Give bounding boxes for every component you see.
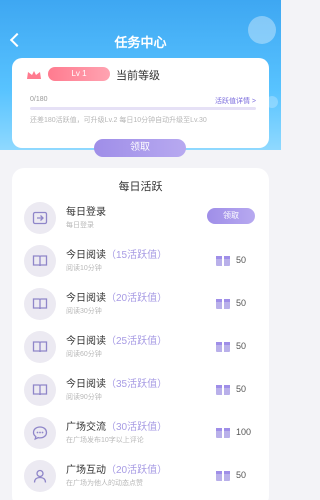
task-title-text: 广场交流 [66,422,106,433]
task-points: （20活跃值） [106,293,168,304]
claim-level-button[interactable]: 领取 [94,139,186,157]
task-title-text: 今日阅读 [66,379,106,390]
task-row-square-interact: 广场互动（20活跃值） 在广场为他人的动态点赞 50 [24,456,257,498]
task-points: （30活跃值） [106,422,168,433]
book-icon [32,384,48,396]
level-progress-bar [30,107,256,110]
chat-icon [32,426,48,441]
task-row-login: 每日登录 每日登录 领取 [24,198,257,240]
task-subtitle: 在广场发布10字以上评论 [66,437,144,444]
daily-tasks-title: 每日活跃 [118,181,163,193]
task-title-text: 广场互动 [66,465,106,476]
gift-icon [216,256,230,266]
gift-icon [216,428,230,438]
task-points: （25活跃值） [106,336,168,347]
task-subtitle: 阅读30分钟 [66,308,102,315]
task-row-reading: 今日阅读（15活跃值） 阅读10分钟 50 [24,241,257,283]
task-subtitle: 阅读90分钟 [66,394,102,401]
task-title-text: 每日登录 [66,207,106,218]
task-subtitle: 在广场为他人的动态点赞 [66,480,143,487]
level-badge: Lv 1 [48,67,110,81]
task-title: 今日阅读（15活跃值） [66,246,167,261]
gift-icon [216,299,230,309]
task-icon-circle [24,331,56,363]
current-level-label: 当前等级 [116,70,160,82]
task-title: 广场交流（30活跃值） [66,418,167,433]
task-title: 今日阅读（20活跃值） [66,289,167,304]
activity-detail-link[interactable]: 活跃值详情 > [215,96,256,106]
crown-icon [27,71,41,79]
daily-tasks-card: 每日活跃 每日登录 每日登录 领取 今日阅读（15活跃值） 阅读10分钟 50 [12,168,269,500]
task-icon-circle [24,460,56,492]
task-row-reading: 今日阅读（35活跃值） 阅读90分钟 50 [24,370,257,412]
task-icon-circle [24,417,56,449]
reward-value: 50 [236,341,247,351]
task-row-reading: 今日阅读（20活跃值） 阅读30分钟 50 [24,284,257,326]
task-subtitle: 每日登录 [66,222,94,229]
task-title: 今日阅读（25活跃值） [66,332,167,347]
gift-icon [216,342,230,352]
task-icon-circle [24,288,56,320]
title-bar: 任务中心 [0,26,281,56]
book-icon [32,255,48,267]
progress-text: 0/180 [30,96,48,103]
task-row-reading: 今日阅读（25活跃值） 阅读60分钟 50 [24,327,257,369]
progress-meta: 0/180 活跃值详情 > [30,96,256,106]
task-title: 每日登录 [66,203,106,218]
login-icon [32,211,48,225]
book-icon [32,341,48,353]
reward-value: 50 [236,298,247,308]
reward-value: 100 [236,427,252,437]
task-row-square-chat: 广场交流（30活跃值） 在广场发布10字以上评论 100 [24,413,257,455]
task-title: 今日阅读（35活跃值） [66,375,167,390]
task-icon-circle [24,245,56,277]
reward-value: 50 [236,384,247,394]
task-title-text: 今日阅读 [66,336,106,347]
reward-value: 50 [236,470,247,480]
task-title: 广场互动（20活跃值） [66,461,167,476]
page-title: 任务中心 [114,35,167,50]
user-icon [33,469,47,483]
task-points: （35活跃值） [106,379,168,390]
task-subtitle: 阅读10分钟 [66,265,102,272]
level-card: Lv 1 当前等级 0/180 活跃值详情 > 还差180活跃值，可升级Lv.2… [12,58,269,148]
claim-task-button[interactable]: 领取 [207,208,255,224]
task-icon-circle [24,202,56,234]
task-icon-circle [24,374,56,406]
task-title-text: 今日阅读 [66,250,106,261]
task-points: （20活跃值） [106,465,168,476]
reward-value: 50 [236,255,247,265]
book-icon [32,298,48,310]
gift-icon [216,471,230,481]
task-subtitle: 阅读60分钟 [66,351,102,358]
task-points: （15活跃值） [106,250,168,261]
gift-icon [216,385,230,395]
level-description: 还差180活跃值，可升级Lv.2 每日10分钟自动升级至Lv.30 [30,117,207,124]
task-title-text: 今日阅读 [66,293,106,304]
